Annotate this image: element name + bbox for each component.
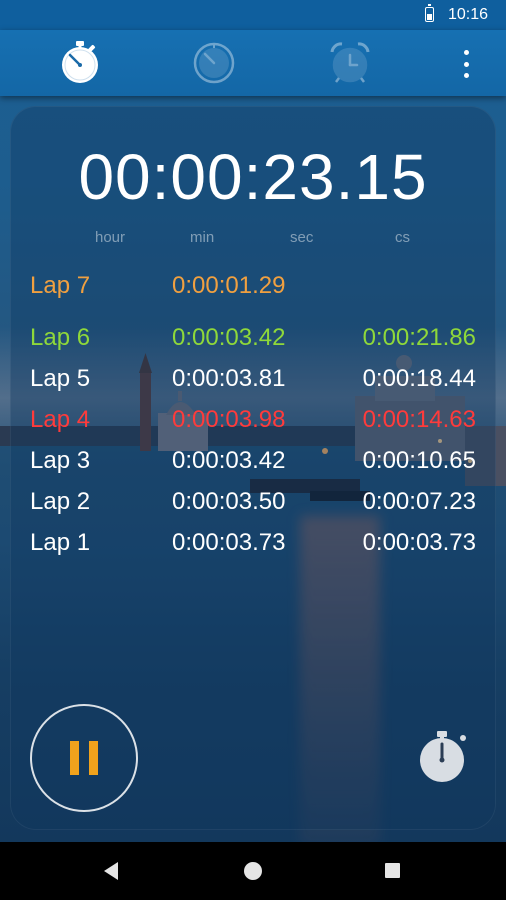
lap-split: 0:00:03.98 — [172, 406, 286, 433]
lap-button[interactable] — [414, 728, 472, 786]
pause-icon — [89, 741, 98, 775]
lap-split: 0:00:03.81 — [172, 365, 286, 392]
pause-button[interactable] — [30, 704, 138, 812]
stopwatch-display: 00:00:23.15 — [78, 141, 428, 213]
lap-total: 0:00:14.63 — [362, 406, 476, 433]
lap-label: Lap 3 — [30, 447, 91, 474]
home-icon[interactable] — [244, 862, 262, 880]
lap-row: Lap 3 0:00:03.42 0:00:10.65 — [0, 447, 506, 479]
lap-row: Lap 4 0:00:03.98 0:00:14.63 — [0, 406, 506, 438]
lap-row: Lap 6 0:00:03.42 0:00:21.86 — [0, 324, 506, 356]
tab-stopwatch[interactable] — [56, 38, 104, 86]
pause-icon — [70, 741, 79, 775]
status-time: 10:16 — [447, 6, 488, 23]
stopwatch-lap-icon — [420, 731, 466, 782]
lap-total: 0:00:21.86 — [362, 324, 476, 351]
back-icon[interactable] — [104, 862, 118, 880]
alarm-clock-icon — [330, 42, 370, 83]
lap-total: 0:00:10.65 — [362, 447, 476, 474]
toolbar — [0, 30, 506, 96]
lap-label: Lap 4 — [30, 406, 91, 433]
unit-hour-label: hour — [95, 229, 126, 246]
lap-split: 0:00:01.29 — [172, 272, 286, 299]
lap-split: 0:00:03.73 — [172, 529, 286, 556]
unit-sec-label: sec — [290, 229, 314, 246]
stopwatch-icon — [62, 41, 98, 83]
lap-row: Lap 1 0:00:03.73 0:00:03.73 — [0, 529, 506, 561]
unit-min-label: min — [190, 229, 215, 246]
lap-split: 0:00:03.50 — [172, 488, 286, 515]
lap-row: Lap 2 0:00:03.50 0:00:07.23 — [0, 488, 506, 520]
lap-split: 0:00:03.42 — [172, 324, 286, 351]
timer-icon — [193, 42, 235, 84]
navigation-bar — [0, 842, 506, 900]
lap-row: Lap 5 0:00:03.81 0:00:18.44 — [0, 365, 506, 397]
battery-icon — [425, 4, 434, 22]
lap-total: 0:00:03.73 — [362, 529, 476, 556]
status-bar: 10:16 — [0, 0, 506, 30]
lap-row: Lap 7 0:00:01.29 — [0, 272, 506, 304]
unit-cs-label: cs — [395, 229, 410, 246]
recents-icon[interactable] — [385, 863, 400, 878]
lap-label: Lap 1 — [30, 529, 91, 556]
lap-label: Lap 6 — [30, 324, 91, 351]
lap-total: 0:00:18.44 — [362, 365, 476, 392]
tab-alarm[interactable] — [326, 38, 374, 86]
lap-label: Lap 5 — [30, 365, 91, 392]
lap-total: 0:00:07.23 — [362, 488, 476, 515]
lap-split: 0:00:03.42 — [172, 447, 286, 474]
more-vert-icon[interactable] — [462, 50, 470, 78]
lap-label: Lap 7 — [30, 272, 91, 299]
lap-label: Lap 2 — [30, 488, 91, 515]
tab-timer[interactable] — [190, 38, 238, 86]
